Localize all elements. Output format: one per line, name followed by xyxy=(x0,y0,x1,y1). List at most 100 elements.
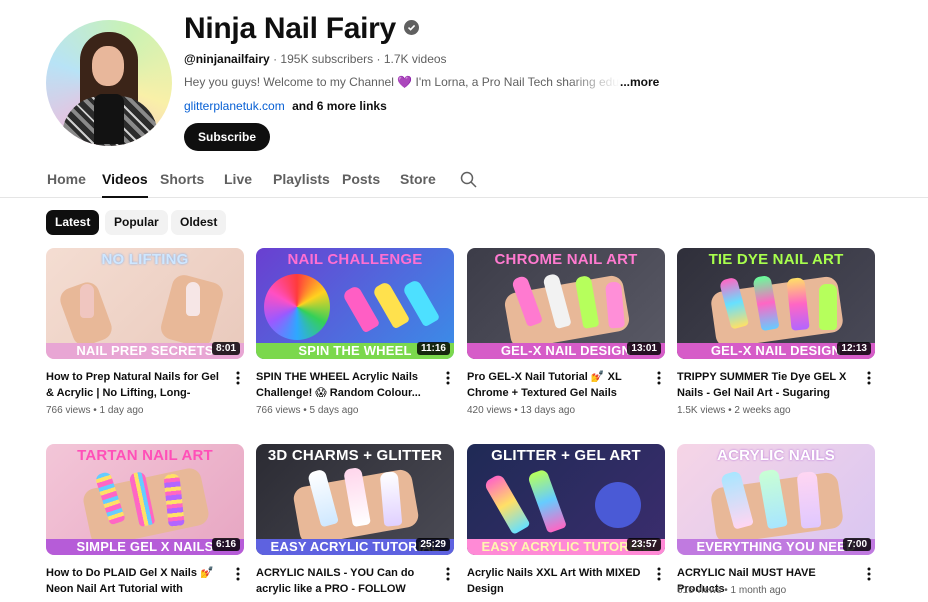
video-thumbnail[interactable]: GLITTER + GEL ART EASY ACRYLIC TUTORIAL … xyxy=(467,444,665,555)
thumb-nail xyxy=(186,282,200,316)
video-duration: 25:29 xyxy=(416,538,450,551)
meta-separator: · xyxy=(376,52,381,66)
video-duration: 12:13 xyxy=(837,342,871,355)
video-count: 1.7K videos xyxy=(383,52,447,66)
video-title[interactable]: Acrylic Nails XXL Art With MIXED Design xyxy=(467,565,645,597)
upload-age: 1 day ago xyxy=(99,405,144,416)
channel-handle: @ninjanailfairy xyxy=(184,52,270,66)
video-duration: 23:57 xyxy=(627,538,661,551)
subscribe-button[interactable]: Subscribe xyxy=(184,123,271,151)
search-icon[interactable] xyxy=(460,171,477,193)
view-count: 420 views xyxy=(467,405,512,416)
thumb-nail xyxy=(527,468,567,534)
more-vertical-icon[interactable] xyxy=(861,370,877,386)
video-card[interactable]: NO LIFTING NAIL PREP SECRETS 8:01 How to… xyxy=(46,248,244,416)
channel-meta: @ninjanailfairy · 195K subscribers · 1.7… xyxy=(184,52,447,66)
video-card[interactable]: TIE DYE NAIL ART GEL-X NAIL DESIGN 12:13… xyxy=(677,248,875,416)
video-duration: 8:01 xyxy=(211,342,240,355)
video-stats: 1.5K views • 2 weeks ago xyxy=(677,405,791,416)
thumbnail-top-text: NO LIFTING xyxy=(101,251,189,268)
video-card[interactable]: 3D CHARMS + GLITTER EASY ACRYLIC TUTORIA… xyxy=(256,444,454,595)
video-thumbnail[interactable]: ACRYLIC NAILS EVERYTHING YOU NEED 7:00 xyxy=(677,444,875,555)
thumbnail-top-text: CHROME NAIL ART xyxy=(494,251,638,268)
video-title[interactable]: How to Do PLAID Gel X Nails 💅 Neon Nail … xyxy=(46,565,224,597)
thumbnail-top-text: NAIL CHALLENGE xyxy=(287,251,423,268)
subscriber-count: 195K subscribers xyxy=(280,52,374,66)
more-vertical-icon[interactable] xyxy=(651,370,667,386)
website-link[interactable]: glitterplanetuk.com xyxy=(184,99,285,113)
chip-latest[interactable]: Latest xyxy=(46,210,100,235)
video-thumbnail[interactable]: 3D CHARMS + GLITTER EASY ACRYLIC TUTORIA… xyxy=(256,444,454,555)
more-vertical-icon[interactable] xyxy=(230,566,246,582)
thumbnail-top-text: TARTAN NAIL ART xyxy=(77,447,213,464)
more-vertical-icon[interactable] xyxy=(440,566,456,582)
thumbnail-top-text: GLITTER + GEL ART xyxy=(491,447,641,464)
video-duration: 6:16 xyxy=(211,538,240,551)
upload-age: 13 days ago xyxy=(520,405,576,416)
thumbnail-top-text: 3D CHARMS + GLITTER xyxy=(267,447,443,464)
video-thumbnail[interactable]: TARTAN NAIL ART SIMPLE GEL X NAILS 6:16 xyxy=(46,444,244,555)
check-circle-icon xyxy=(403,19,419,35)
meta-separator: · xyxy=(273,52,278,66)
tab-store[interactable]: Store xyxy=(400,171,436,187)
chip-popular[interactable]: Popular xyxy=(105,210,168,235)
thumbnail-top-text: ACRYLIC NAILS xyxy=(717,447,835,464)
channel-name-text: Ninja Nail Fairy xyxy=(184,12,396,45)
channel-name: Ninja Nail Fairy xyxy=(184,12,419,46)
video-thumbnail[interactable]: CHROME NAIL ART GEL-X NAIL DESIGN 13:01 xyxy=(467,248,665,359)
video-title[interactable]: SPIN THE WHEEL Acrylic Nails Challenge! … xyxy=(256,369,434,401)
more-links-button[interactable]: and 6 more links xyxy=(292,99,387,113)
tab-live[interactable]: Live xyxy=(224,171,252,187)
upload-age: 1 month ago xyxy=(730,585,787,596)
thumb-spin-wheel xyxy=(264,274,330,340)
more-vertical-icon[interactable] xyxy=(230,370,246,386)
video-card[interactable]: GLITTER + GEL ART EASY ACRYLIC TUTORIAL … xyxy=(467,444,665,595)
more-description-link[interactable]: ...more xyxy=(620,75,659,89)
thumb-nail xyxy=(80,284,94,318)
thumb-product-jar xyxy=(595,482,641,528)
video-card[interactable]: NAIL CHALLENGE SPIN THE WHEEL 11:16 SPIN… xyxy=(256,248,454,416)
video-stats: 766 views • 5 days ago xyxy=(256,405,359,416)
tab-posts[interactable]: Posts xyxy=(342,171,380,187)
channel-description[interactable]: Hey you guys! Welcome to my Channel 💜 I'… xyxy=(184,75,664,89)
video-duration: 11:16 xyxy=(416,342,450,355)
video-title[interactable]: Pro GEL-X Nail Tutorial 💅 XL Chrome + Te… xyxy=(467,369,645,401)
video-card[interactable]: ACRYLIC NAILS EVERYTHING YOU NEED 7:00 A… xyxy=(677,444,875,596)
video-title[interactable]: ACRYLIC NAILS - YOU Can do acrylic like … xyxy=(256,565,434,597)
channel-avatar[interactable] xyxy=(46,20,172,146)
channel-links: glitterplanetuk.com and 6 more links xyxy=(184,99,387,113)
upload-age: 5 days ago xyxy=(309,405,359,416)
video-card[interactable]: CHROME NAIL ART GEL-X NAIL DESIGN 13:01 … xyxy=(467,248,665,416)
view-count: 766 views xyxy=(256,405,301,416)
more-vertical-icon[interactable] xyxy=(861,566,877,582)
video-stats: 766 views • 1 day ago xyxy=(46,405,144,416)
thumbnail-top-text: TIE DYE NAIL ART xyxy=(708,251,844,268)
avatar-top xyxy=(94,94,124,144)
video-thumbnail[interactable]: NO LIFTING NAIL PREP SECRETS 8:01 xyxy=(46,248,244,359)
tab-shorts[interactable]: Shorts xyxy=(160,171,204,187)
thumb-nail xyxy=(483,473,531,535)
tab-playlists[interactable]: Playlists xyxy=(273,171,330,187)
tab-videos[interactable]: Videos xyxy=(102,171,148,198)
view-count: 766 views xyxy=(46,405,91,416)
channel-tabs: Home Videos Shorts Live Playlists Posts … xyxy=(0,160,928,198)
more-vertical-icon[interactable] xyxy=(651,566,667,582)
description-text: Hey you guys! Welcome to my Channel 💜 I'… xyxy=(184,75,620,89)
video-stats: 616 views • 1 month ago xyxy=(677,585,787,596)
upload-age: 2 weeks ago xyxy=(734,405,791,416)
video-thumbnail[interactable]: NAIL CHALLENGE SPIN THE WHEEL 11:16 xyxy=(256,248,454,359)
avatar-face xyxy=(92,46,124,86)
chip-oldest[interactable]: Oldest xyxy=(171,210,227,235)
video-card[interactable]: TARTAN NAIL ART SIMPLE GEL X NAILS 6:16 … xyxy=(46,444,244,595)
video-stats: 420 views • 13 days ago xyxy=(467,405,576,416)
video-duration: 7:00 xyxy=(842,538,871,551)
video-duration: 13:01 xyxy=(627,342,661,355)
view-count: 616 views xyxy=(677,585,722,596)
thumb-nail xyxy=(819,284,837,330)
view-count: 1.5K views xyxy=(677,405,726,416)
video-thumbnail[interactable]: TIE DYE NAIL ART GEL-X NAIL DESIGN 12:13 xyxy=(677,248,875,359)
more-vertical-icon[interactable] xyxy=(440,370,456,386)
tab-home[interactable]: Home xyxy=(47,171,86,187)
video-title[interactable]: How to Prep Natural Nails for Gel & Acry… xyxy=(46,369,224,401)
video-title[interactable]: TRIPPY SUMMER Tie Dye GEL X Nails - Gel … xyxy=(677,369,855,401)
